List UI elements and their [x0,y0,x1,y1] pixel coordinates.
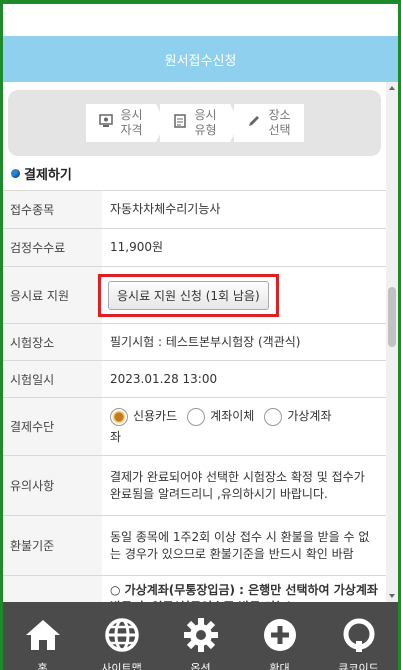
globe-icon [102,617,142,656]
radio-empty-icon [187,407,206,426]
category-value: 자동차차체수리기능사 [102,190,386,229]
page-title: 원서접수신청 [3,36,398,82]
notice-value: 결제가 완료되어야 선택한 시험장소 확정 및 접수가 완료됨을 알려드리니 ,… [102,455,386,516]
row-label: 접수종목 [3,190,102,229]
nav-sitemap[interactable]: 사이트맵 [87,602,157,670]
scrollbar[interactable] [386,82,398,602]
table-row: 시험장소 필기시험 : 테스트본부시험장 (객관식) [3,323,386,361]
refund-value: 동일 종목에 1주2회 이상 접수 시 환불을 받을 수 없는 경우가 있으므로… [102,515,386,576]
fee-value: 11,900원 [102,228,386,267]
row-label: 환불기준 [3,515,102,576]
q-icon [339,617,379,656]
payment-option-wrap: 좌 [110,429,122,444]
step-qualification[interactable]: 응시 자격 [85,104,166,142]
section-payment-title: 결제하기 [3,156,386,190]
scroll-up-icon[interactable] [389,86,395,90]
table-row: 시험일시 2023.01.28 13:00 [3,360,386,398]
virtual-account-info: ○ 가상계좌(무통장입금) : 은행만 선택하여 가상계좌 발급 후 입금(현금… [102,575,386,602]
payment-option-virtual[interactable]: 가상계좌 [264,407,332,426]
row-label: 응시료 지원 [3,266,102,324]
scrollbar-thumb[interactable] [388,287,396,347]
nav-qcode[interactable]: 큐코이드 [324,602,394,670]
pencil-icon [246,113,262,133]
window-top-frame [0,0,401,36]
payment-option-transfer[interactable]: 계좌이체 [187,407,254,426]
row-label: 결제수단 [3,397,102,456]
datetime-value: 2023.01.28 13:00 [102,360,386,398]
table-row: 환불기준 동일 종목에 1주2회 이상 접수 시 환불을 받을 수 없는 경우가… [3,515,386,576]
gear-icon [181,617,221,656]
row-label: 시험일시 [3,360,102,398]
home-icon [23,617,63,656]
radio-checked-icon [110,407,128,426]
nav-zoom[interactable]: 확대 [245,602,315,670]
payment-option-card[interactable]: 신용카드 [110,407,177,426]
document-icon [172,113,188,133]
table-row: 결제수단 신용카드 계좌이체 가상계좌 좌 [3,397,386,456]
badge-icon [98,113,114,133]
nav-options[interactable]: 옵션 [166,602,236,670]
table-row: ○ 가상계좌(무통장입금) : 은행만 선택하여 가상계좌 발급 후 입금(현금… [3,575,386,602]
row-label: 유의사항 [3,455,102,516]
table-row: 응시료 지원 응시료 지원 신청 (1회 남음) [3,266,386,324]
scroll-down-icon[interactable] [389,594,395,598]
content-area[interactable]: 응시 자격 응시 유형 장소 선택 결제하기 접수종목 자동차차체수리기능사 검정수수… [3,82,386,602]
step-type[interactable]: 응시 유형 [159,104,240,142]
payment-table: 접수종목 자동차차체수리기능사 검정수수료 11,900원 응시료 지원 응시료… [3,190,386,602]
row-label: 시험장소 [3,323,102,361]
highlight-box: 응시료 지원 신청 (1회 남음) [98,273,279,317]
table-row: 검정수수료 11,900원 [3,228,386,267]
step-label: 장소 선택 [268,108,291,137]
step-place[interactable]: 장소 선택 [233,104,304,142]
table-row: 유의사항 결제가 완료되어야 선택한 시험장소 확정 및 접수가 완료됨을 알려… [3,455,386,516]
bottom-navigation: 홈 사이트맵 옵션 확대 큐코이드 [0,602,401,670]
step-label: 응시 자격 [120,108,143,137]
fee-support-apply-button[interactable]: 응시료 지원 신청 (1회 남음) [108,280,269,310]
bullet-icon [11,168,20,178]
table-row: 접수종목 자동차차체수리기능사 [3,190,386,229]
radio-empty-icon [264,407,283,426]
plus-circle-icon [260,617,300,656]
step-label: 응시 유형 [194,108,217,137]
place-value: 필기시험 : 테스트본부시험장 (객관식) [102,323,386,361]
nav-home[interactable]: 홈 [8,602,78,670]
progress-steps: 응시 자격 응시 유형 장소 선택 [8,90,381,156]
row-label: 검정수수료 [3,228,102,267]
